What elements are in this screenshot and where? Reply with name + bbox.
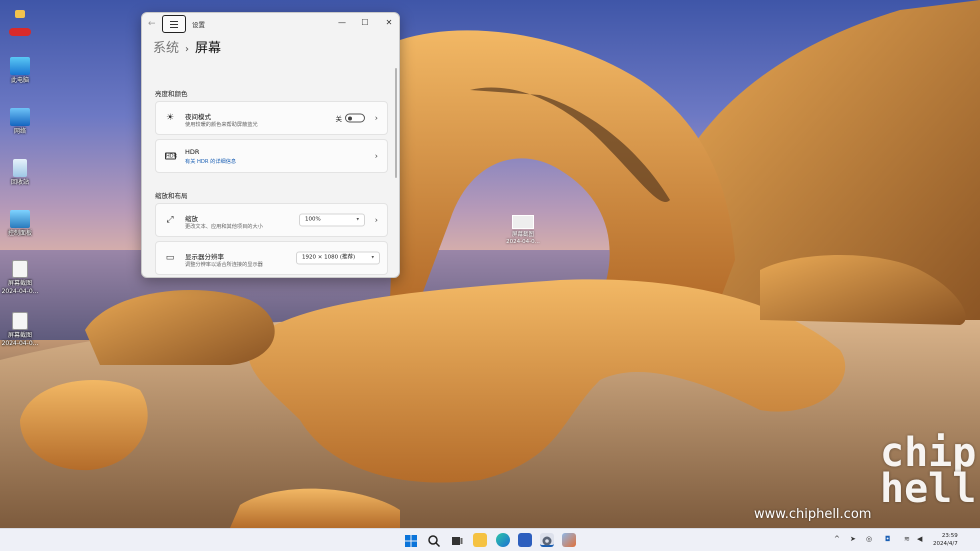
desktop-icon-screenshot-1[interactable]: 屏幕截图 2024-04-0... xyxy=(0,260,40,296)
desktop-icon-network[interactable]: 网络 xyxy=(0,108,40,136)
minimize-button[interactable]: — xyxy=(333,16,351,30)
window-title: 设置 xyxy=(192,21,205,29)
location-icon[interactable]: ➤ xyxy=(850,535,856,543)
desktop-icon-label: 屏幕截图 xyxy=(7,332,32,339)
watermark-url: www.chiphell.com xyxy=(754,507,872,522)
hdr-card[interactable]: HDR HDR 有关 HDR 的详细信息 › xyxy=(155,139,388,173)
scale-card[interactable]: ⤢ 缩放 更改文本、应用和其他项目的大小 100% ▾ › xyxy=(155,203,388,237)
section-title-brightness: 亮度和颜色 xyxy=(155,90,188,98)
scale-value: 100% xyxy=(305,216,321,223)
clock-time: 23:59 xyxy=(941,533,958,539)
desktop-file-label: 屏幕截图 xyxy=(511,232,534,238)
search-button[interactable] xyxy=(427,533,441,548)
resolution-dropdown[interactable]: 1920 × 1080 (推荐) ▾ xyxy=(296,251,380,265)
sun-icon: ☀ xyxy=(165,113,175,123)
red-app-icon xyxy=(9,28,31,36)
desktop-icon-recycle-bin[interactable]: 回收站 xyxy=(0,159,40,187)
night-light-state-label: 关 xyxy=(335,115,343,123)
start-button[interactable] xyxy=(404,533,418,547)
clock-date: 2024/4/7 xyxy=(933,541,958,547)
night-light-title: 夜间模式 xyxy=(185,113,211,121)
scale-dropdown[interactable]: 100% ▾ xyxy=(299,213,365,227)
hdr-icon: HDR xyxy=(165,152,178,160)
taskbar-clock[interactable]: 23:59 2024/4/7 xyxy=(933,532,958,548)
close-button[interactable]: ✕ xyxy=(380,16,398,30)
desktop-icon-sublabel: 2024-04-0... xyxy=(1,340,39,347)
resolution-title: 显示器分辨率 xyxy=(185,253,224,261)
folder-icon xyxy=(15,10,25,18)
desktop-icon-label: 网络 xyxy=(13,128,26,135)
settings-window: ← 设置 — ☐ ✕ 系统 › 屏幕 亮度和颜色 ☀ 夜间模式 使用较暖的颜色来帮助… xyxy=(141,12,400,278)
file-explorer-button[interactable] xyxy=(473,533,487,547)
resolution-subtitle: 调整分辨率以适合所连接的显示器 xyxy=(185,262,263,268)
desktop-file-screenshot[interactable]: 屏幕截图 2024-04-0... xyxy=(503,215,543,246)
night-light-card[interactable]: ☀ 夜间模式 使用较暖的颜色来帮助屏蔽蓝光 关 › xyxy=(155,101,388,135)
chevron-down-icon: ▾ xyxy=(371,254,374,261)
image-file-icon xyxy=(12,260,28,278)
desktop-icon-folder[interactable] xyxy=(0,10,40,20)
task-view-button[interactable] xyxy=(450,533,464,547)
chevron-right-icon[interactable]: › xyxy=(375,216,378,225)
network-tray-icon[interactable]: ◎ xyxy=(866,535,872,543)
desktop-icon-sublabel: 2024-04-0... xyxy=(1,288,39,295)
display-resolution-icon: ▭ xyxy=(165,253,175,263)
desktop-icon-red-app[interactable] xyxy=(0,28,40,38)
back-arrow-icon[interactable]: ← xyxy=(148,18,158,30)
recycle-bin-icon xyxy=(13,159,27,177)
store-button[interactable] xyxy=(518,533,532,547)
chevron-down-icon: ▾ xyxy=(356,216,359,223)
desktop-icon-control-panel[interactable]: 控制面板 xyxy=(0,210,40,238)
scale-icon: ⤢ xyxy=(166,215,174,225)
hdr-title: HDR xyxy=(185,148,200,156)
app-tray-icon[interactable]: ◘ xyxy=(885,535,891,543)
scale-subtitle: 更改文本、应用和其他项目的大小 xyxy=(185,224,263,230)
settings-app-button[interactable] xyxy=(540,533,554,547)
desktop-icon-screenshot-2[interactable]: 屏幕截图 2024-04-0... xyxy=(0,312,40,348)
desktop-icon-this-pc[interactable]: 此电脑 xyxy=(0,57,40,85)
breadcrumb-parent[interactable]: 系统 xyxy=(153,41,179,56)
night-light-toggle[interactable] xyxy=(345,113,365,123)
desktop-icon-label: 屏幕截图 xyxy=(7,280,32,287)
hamburger-icon xyxy=(170,20,178,29)
chevron-right-icon[interactable]: › xyxy=(375,152,378,161)
title-bar[interactable]: ← 设置 — ☐ ✕ xyxy=(142,13,399,35)
volume-icon[interactable]: ◀ xyxy=(917,535,922,543)
resolution-value: 1920 × 1080 (推荐) xyxy=(302,254,356,261)
chevron-right-icon[interactable]: › xyxy=(375,114,378,123)
task-view-icon xyxy=(452,537,463,545)
image-file-icon xyxy=(12,312,28,330)
desktop-file-sublabel: 2024-04-0... xyxy=(506,239,540,245)
search-icon xyxy=(428,535,441,548)
hdr-info-link[interactable]: 有关 HDR 的详细信息 xyxy=(185,158,236,165)
windows-logo-icon xyxy=(405,535,417,547)
desktop-icon-label: 回收站 xyxy=(10,179,29,186)
breadcrumb: 系统 › 屏幕 xyxy=(153,37,221,56)
nav-menu-button[interactable] xyxy=(162,15,186,33)
chiphell-logo: chip hell xyxy=(880,430,977,512)
gear-icon xyxy=(542,536,552,546)
wifi-icon[interactable]: ≋ xyxy=(904,535,910,543)
image-thumbnail-icon xyxy=(512,215,534,229)
scale-title: 缩放 xyxy=(185,215,198,223)
night-light-subtitle: 使用较暖的颜色来帮助屏蔽蓝光 xyxy=(185,122,258,128)
network-icon xyxy=(10,108,30,126)
breadcrumb-separator: › xyxy=(185,44,190,55)
control-panel-icon xyxy=(10,210,30,228)
resolution-card[interactable]: ▭ 显示器分辨率 调整分辨率以适合所连接的显示器 1920 × 1080 (推荐… xyxy=(155,241,388,275)
section-title-scale-layout: 缩放和布局 xyxy=(155,192,188,200)
scrollbar[interactable] xyxy=(395,68,397,178)
desktop-icon-label: 控制面板 xyxy=(7,230,32,237)
taskbar: ^ ➤ ◎ ◘ ≋ ◀ 23:59 2024/4/7 xyxy=(0,528,980,551)
desktop-icon-label: 此电脑 xyxy=(10,77,29,84)
monitor-icon xyxy=(10,57,30,75)
maximize-button[interactable]: ☐ xyxy=(356,16,374,30)
remote-app-button[interactable] xyxy=(562,533,576,547)
tray-overflow-button[interactable]: ^ xyxy=(834,535,840,543)
edge-button[interactable] xyxy=(496,533,510,547)
breadcrumb-current: 屏幕 xyxy=(195,41,222,56)
